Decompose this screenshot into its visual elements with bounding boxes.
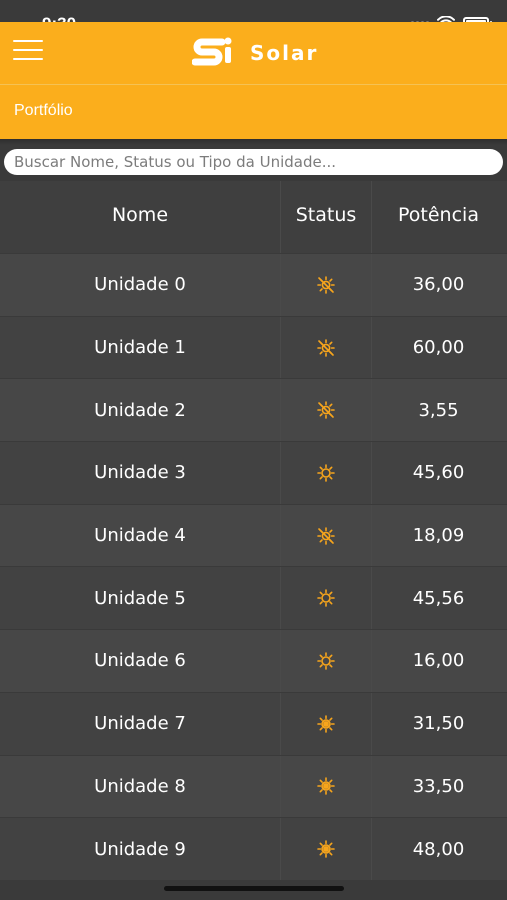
unit-status bbox=[280, 442, 372, 504]
table-row[interactable]: Unidade 1 60,00 bbox=[0, 315, 507, 379]
unit-name: Unidade 3 bbox=[94, 462, 186, 484]
table-row[interactable]: Unidade 8 33,50 bbox=[0, 754, 507, 818]
sun-filled-icon bbox=[315, 713, 337, 735]
units-table: Nome Status Potência Unidade 0 36,00 Unida… bbox=[0, 181, 507, 880]
solar-logo-icon bbox=[192, 37, 232, 66]
table-row[interactable]: Unidade 2 3,55 bbox=[0, 378, 507, 442]
sun-outline-icon bbox=[315, 462, 337, 484]
table-header: Nome Status Potência bbox=[0, 181, 507, 253]
table-row[interactable]: Unidade 3 45,60 bbox=[0, 441, 507, 504]
unit-power: 18,09 bbox=[412, 525, 465, 547]
unit-name: Unidade 2 bbox=[94, 399, 186, 421]
unit-name: Unidade 4 bbox=[94, 525, 186, 547]
unit-status bbox=[280, 567, 372, 630]
unit-power: 3,55 bbox=[418, 399, 459, 421]
unit-status bbox=[280, 818, 372, 880]
unit-status bbox=[280, 504, 372, 567]
sun-crossed-icon bbox=[315, 274, 337, 296]
unit-power: 60,00 bbox=[412, 337, 465, 359]
unit-power: 16,00 bbox=[412, 650, 465, 672]
sun-crossed-icon bbox=[315, 399, 337, 421]
table-row[interactable]: Unidade 6 16,00 bbox=[0, 629, 507, 692]
unit-status bbox=[280, 254, 372, 316]
table-row[interactable]: Unidade 7 31,50 bbox=[0, 691, 507, 755]
menu-icon[interactable] bbox=[13, 40, 43, 62]
sun-crossed-icon bbox=[315, 525, 337, 547]
unit-name: Unidade 9 bbox=[94, 838, 186, 860]
unit-status bbox=[280, 316, 372, 379]
unit-name: Unidade 8 bbox=[94, 775, 186, 797]
header-shadow bbox=[0, 139, 507, 145]
table-row[interactable]: Unidade 0 36,00 bbox=[0, 253, 507, 316]
sun-crossed-icon bbox=[315, 337, 337, 359]
unit-status bbox=[280, 630, 372, 692]
header-divider bbox=[0, 84, 507, 85]
unit-name: Unidade 5 bbox=[94, 587, 186, 609]
search-input[interactable] bbox=[4, 149, 503, 175]
unit-status bbox=[280, 379, 372, 442]
sun-outline-icon bbox=[315, 650, 337, 672]
unit-power: 45,56 bbox=[412, 587, 465, 609]
table-row[interactable]: Unidade 9 48,00 bbox=[0, 817, 507, 880]
unit-power: 36,00 bbox=[412, 274, 465, 296]
table-body: Unidade 0 36,00 Unidade 1 60,00 Unidade 2 3,5… bbox=[0, 253, 507, 880]
unit-power: 45,60 bbox=[412, 462, 465, 484]
brand-name: Solar bbox=[250, 41, 319, 65]
table-row[interactable]: Unidade 4 18,09 bbox=[0, 503, 507, 567]
unit-power: 31,50 bbox=[412, 713, 465, 735]
unit-status bbox=[280, 692, 372, 755]
table-row[interactable]: Unidade 5 45,56 bbox=[0, 566, 507, 630]
unit-name: Unidade 1 bbox=[94, 337, 186, 359]
column-header-potencia[interactable]: Potência bbox=[372, 181, 505, 253]
column-header-status[interactable]: Status bbox=[280, 181, 372, 253]
app-header: Solar Portfólio bbox=[0, 22, 507, 139]
sun-filled-icon bbox=[315, 838, 337, 860]
unit-name: Unidade 0 bbox=[94, 274, 186, 296]
column-header-nome[interactable]: Nome bbox=[0, 181, 280, 253]
unit-status bbox=[280, 755, 372, 818]
unit-name: Unidade 7 bbox=[94, 713, 186, 735]
home-indicator bbox=[164, 886, 344, 891]
sun-filled-icon bbox=[315, 775, 337, 797]
status-bar: 9:30 bbox=[0, 0, 507, 33]
unit-power: 33,50 bbox=[412, 775, 465, 797]
breadcrumb[interactable]: Portfólio bbox=[14, 102, 73, 120]
sun-outline-icon bbox=[315, 587, 337, 609]
brand: Solar bbox=[192, 36, 318, 70]
unit-power: 48,00 bbox=[412, 838, 465, 860]
unit-name: Unidade 6 bbox=[94, 650, 186, 672]
